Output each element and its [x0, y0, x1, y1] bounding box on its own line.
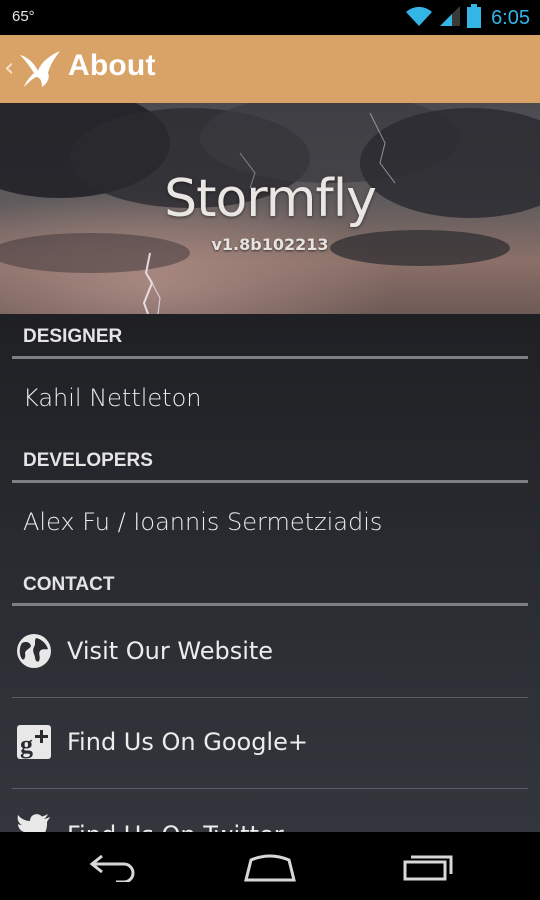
page-title: About: [68, 49, 156, 82]
nav-back-button[interactable]: [72, 846, 152, 888]
status-bar: 65° 6:05: [0, 0, 540, 35]
battery-icon: [467, 4, 482, 32]
developers-names: Alex Fu / Ioannis Sermetziadis: [23, 508, 383, 536]
action-bar: ‹ About: [0, 35, 540, 103]
back-icon: [89, 854, 135, 882]
section-header-contact: CONTACT: [23, 574, 115, 595]
about-content[interactable]: DESIGNER Kahil Nettleton DEVELOPERS Alex…: [0, 314, 540, 832]
visit-website-link[interactable]: Visit Our Website: [0, 607, 540, 697]
nav-home-button[interactable]: [230, 846, 310, 888]
signal-icon: [439, 5, 461, 31]
home-icon: [244, 854, 296, 882]
svg-text:g: g: [20, 730, 33, 759]
app-name: Stormfly: [164, 169, 377, 229]
twitter-label: Find Us On Twitter: [67, 821, 284, 832]
up-navigation-button[interactable]: ‹: [0, 35, 66, 103]
stormfly-bird-logo-icon: [20, 51, 60, 87]
section-divider: [12, 603, 528, 606]
hero-banner: Stormfly v1.8b102213: [0, 103, 540, 314]
visit-website-label: Visit Our Website: [67, 637, 274, 665]
app-version: v1.8b102213: [211, 235, 329, 254]
google-plus-label: Find Us On Google+: [67, 728, 308, 756]
designer-name: Kahil Nettleton: [23, 384, 202, 412]
status-time: 6:05: [491, 6, 530, 29]
google-plus-icon: g: [17, 725, 51, 759]
globe-icon: [17, 634, 51, 668]
twitter-link[interactable]: Find Us On Twitter: [0, 789, 540, 832]
status-icons: 6:05: [405, 4, 530, 32]
back-chevron-icon: ‹: [4, 53, 15, 83]
system-nav-bar: [0, 832, 540, 900]
wifi-icon: [405, 5, 433, 31]
section-divider: [12, 480, 528, 483]
recent-apps-icon: [403, 855, 453, 881]
google-plus-link[interactable]: g Find Us On Google+: [0, 698, 540, 788]
section-divider: [12, 356, 528, 359]
nav-recent-apps-button[interactable]: [388, 846, 468, 888]
section-header-developers: DEVELOPERS: [23, 450, 153, 471]
section-header-designer: DESIGNER: [23, 326, 123, 347]
twitter-bird-icon: [17, 814, 50, 832]
status-temperature: 65°: [12, 8, 35, 25]
